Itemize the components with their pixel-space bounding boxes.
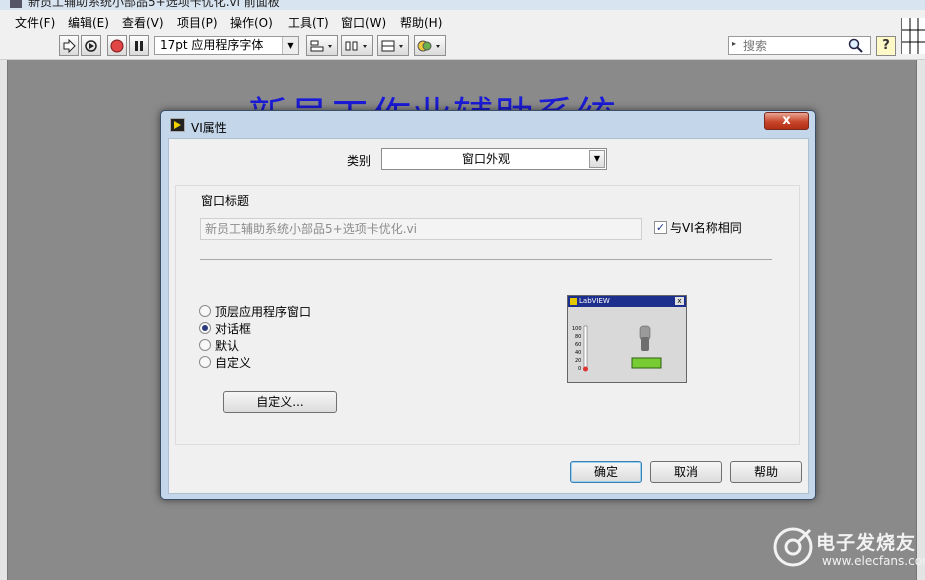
abort-button[interactable] <box>107 35 127 56</box>
align-icon <box>310 40 332 51</box>
preview-scale-60: 60 <box>575 342 581 348</box>
pause-icon <box>135 40 143 51</box>
preview-scale-100: 100 <box>572 326 582 332</box>
toolbar: 17pt 应用程序字体 ▼ ▸ ? <box>0 32 925 60</box>
grid-icon <box>902 18 925 54</box>
help-button[interactable]: 帮助 <box>730 461 802 483</box>
menu-view[interactable]: 查看(V) <box>122 14 164 31</box>
dialog-body: 类别 窗口外观 ▼ 窗口标题 新员工辅助系统小部品5+选项卡优化.vi ✓ 与V… <box>168 138 809 494</box>
category-select[interactable]: 窗口外观 ▼ <box>381 148 607 170</box>
preview-close-icon: x <box>675 297 684 305</box>
chevron-down-icon: ▼ <box>589 150 605 168</box>
font-select-value: 17pt 应用程序字体 <box>160 38 264 52</box>
radio-label-top-level-app: 顶层应用程序窗口 <box>215 305 312 319</box>
menu-help[interactable]: 帮助(H) <box>400 14 442 31</box>
resize-icon <box>381 40 403 51</box>
radio-label-custom: 自定义 <box>215 356 252 370</box>
menu-file[interactable]: 文件(F) <box>15 14 55 31</box>
watermark-url: www.elecfans.com <box>822 554 925 568</box>
cancel-button[interactable]: 取消 <box>650 461 722 483</box>
run-button[interactable] <box>59 35 79 56</box>
preview-scale-20: 20 <box>575 358 581 364</box>
preview-thermometer-bulb <box>583 366 588 372</box>
context-help-button[interactable]: ? <box>876 36 896 56</box>
distribute-icon <box>345 41 367 50</box>
category-value: 窗口外观 <box>461 152 510 166</box>
preview-app-icon <box>570 298 577 305</box>
font-select[interactable]: 17pt 应用程序字体 ▼ <box>154 36 299 55</box>
menu-operate[interactable]: 操作(O) <box>230 14 273 31</box>
search-box: ▸ <box>728 36 871 55</box>
chevron-down-icon: ▼ <box>282 37 298 54</box>
close-icon: x <box>782 113 791 128</box>
pause-button[interactable] <box>129 35 149 56</box>
search-arrow-icon: ▸ <box>732 39 737 48</box>
radio-dialog[interactable] <box>199 322 211 334</box>
preview-thermometer <box>583 325 588 369</box>
category-label: 类别 <box>347 154 372 168</box>
watermark-text: 电子发烧友 <box>816 532 917 554</box>
radio-custom[interactable] <box>199 356 211 368</box>
preview-title: LabVIEW <box>579 297 610 305</box>
window-title-field[interactable]: 新员工辅助系统小部品5+选项卡优化.vi <box>200 218 642 240</box>
reorder-icon <box>417 40 440 51</box>
search-icon[interactable] <box>848 38 864 54</box>
preview-titlebar: LabVIEW x <box>568 296 686 307</box>
run-arrow-icon <box>63 38 76 53</box>
menu-edit[interactable]: 编辑(E) <box>68 14 109 31</box>
labview-icon <box>10 0 22 8</box>
customize-button[interactable]: 自定义... <box>223 391 337 413</box>
close-button[interactable]: x <box>764 112 809 130</box>
align-objects-button[interactable] <box>306 35 338 56</box>
menu-bar: 文件(F) 编辑(E) 查看(V) 项目(P) 操作(O) 工具(T) 窗口(W… <box>0 10 925 32</box>
watermark: 电子发烧友 www.elecfans.com <box>772 522 925 574</box>
distribute-objects-button[interactable] <box>341 35 373 56</box>
window-title: 新员工辅助系统小部品5+选项卡优化.vi 前面板 <box>28 0 280 9</box>
menu-project[interactable]: 项目(P) <box>177 14 218 31</box>
radio-label-default: 默认 <box>215 339 240 353</box>
ok-button[interactable]: 确定 <box>570 461 642 483</box>
preview-scale-40: 40 <box>575 350 581 356</box>
left-border <box>0 60 8 580</box>
preview-scale-80: 80 <box>575 334 581 340</box>
stop-icon <box>110 39 124 52</box>
radio-label-dialog: 对话框 <box>215 322 252 336</box>
dialog-title: VI属性 <box>191 121 227 135</box>
vi-properties-dialog: VI属性 x 类别 窗口外观 ▼ 窗口标题 新员工辅助系统小部品5+选项卡优化.… <box>160 110 816 500</box>
preview-toggle-lever <box>641 337 649 351</box>
resize-objects-button[interactable] <box>377 35 409 56</box>
window-preview: LabVIEW x 100 80 60 40 20 0 <box>567 295 687 383</box>
run-continuously-icon <box>85 39 97 52</box>
right-scrollbar[interactable] <box>916 60 925 580</box>
radio-default[interactable] <box>199 339 211 351</box>
window-title-label: 窗口标题 <box>201 194 250 208</box>
preview-controls: 100 80 60 40 20 0 <box>572 325 662 372</box>
labview-vi-icon <box>170 118 185 132</box>
connector-pane-icon[interactable] <box>901 18 925 54</box>
watermark-logo-icon <box>773 527 813 567</box>
reorder-button[interactable] <box>414 35 446 56</box>
radio-top-level-app[interactable] <box>199 305 211 317</box>
divider <box>200 259 772 260</box>
preview-led <box>631 357 662 369</box>
search-input[interactable] <box>743 38 843 53</box>
window-appearance-group: 窗口标题 新员工辅助系统小部品5+选项卡优化.vi ✓ 与VI名称相同 顶层应用… <box>175 185 800 445</box>
menu-window[interactable]: 窗口(W) <box>341 14 386 31</box>
same-as-vi-checkbox[interactable]: ✓ <box>654 221 667 234</box>
menu-tools[interactable]: 工具(T) <box>288 14 329 31</box>
same-as-vi-label: 与VI名称相同 <box>670 221 742 235</box>
run-continuously-button[interactable] <box>81 35 101 56</box>
window-titlebar: 新员工辅助系统小部品5+选项卡优化.vi 前面板 <box>0 0 925 10</box>
preview-scale-0: 0 <box>578 366 581 372</box>
